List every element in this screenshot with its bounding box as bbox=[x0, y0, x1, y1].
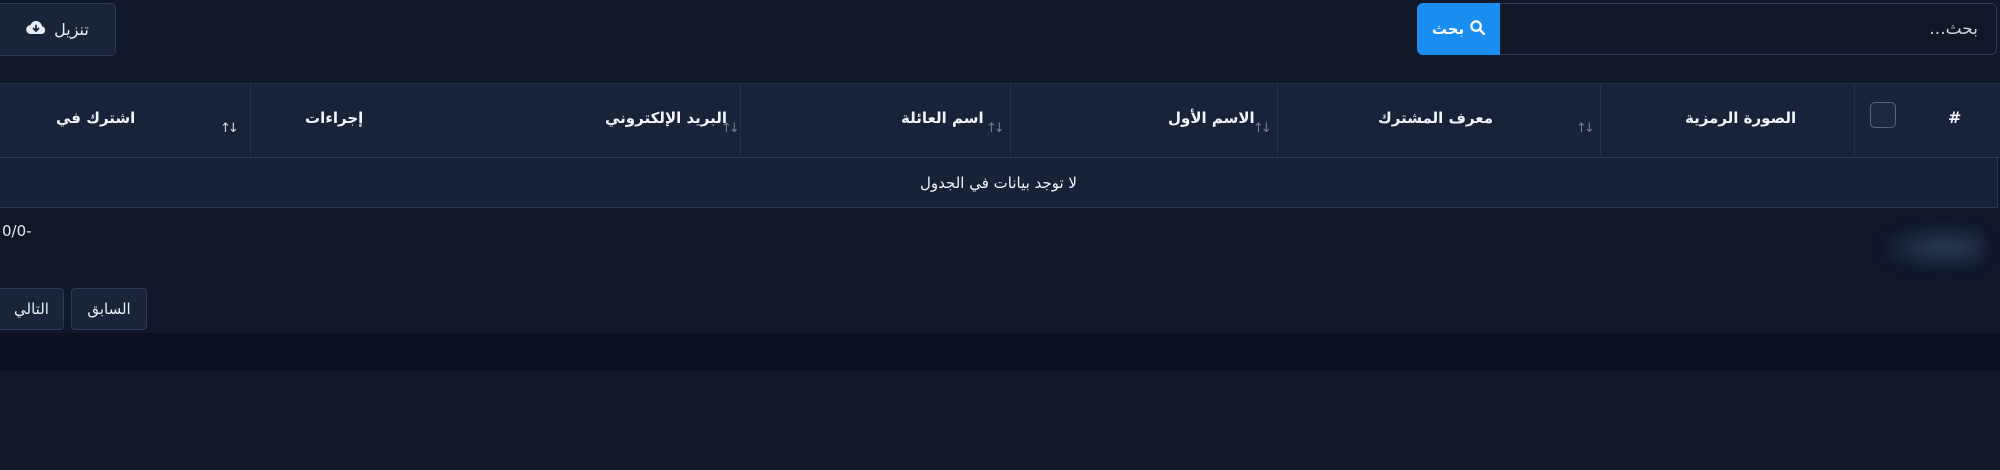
sort-icon[interactable]: ↑↓ bbox=[220, 121, 239, 136]
previous-label: السابق bbox=[87, 300, 131, 318]
column-first-name[interactable]: الاسم الأول ↑↓ bbox=[1010, 84, 1277, 159]
search-button[interactable]: بحث bbox=[1417, 3, 1500, 55]
column-last-name[interactable]: اسم العائلة ↑↓ bbox=[740, 84, 1010, 159]
previous-page-button[interactable]: السابق bbox=[71, 288, 147, 330]
column-label-actions: إجراءات bbox=[305, 109, 364, 127]
subscribers-page: تنزيل بحث الصورة الرمزية معرف المشترك ↑↓… bbox=[0, 0, 2000, 470]
sort-icon[interactable]: ↑↓ bbox=[1253, 121, 1272, 136]
blurred-page-size-selector bbox=[1885, 225, 1985, 270]
download-label: تنزيل bbox=[54, 20, 89, 39]
sort-icon[interactable]: ↑↓ bbox=[986, 121, 1005, 136]
next-label: التالي bbox=[14, 300, 49, 318]
footer-band bbox=[0, 333, 2000, 371]
sort-icon[interactable]: ↑↓ bbox=[721, 121, 740, 136]
column-label-subscriber-id: معرف المشترك bbox=[1378, 109, 1494, 127]
empty-table-message: لا توجد بيانات في الجدول bbox=[920, 173, 1077, 192]
empty-table-row: لا توجد بيانات في الجدول bbox=[0, 158, 1998, 208]
column-label-avatar: الصورة الرمزية bbox=[1685, 109, 1797, 127]
search-bar: بحث bbox=[1417, 3, 1997, 55]
next-page-button[interactable]: التالي bbox=[0, 288, 64, 330]
column-actions-and-subscribed: اشترك في ↑↓ bbox=[0, 84, 250, 159]
column-label-last-name: اسم العائلة bbox=[901, 109, 984, 127]
search-button-label: بحث bbox=[1431, 20, 1465, 38]
column-subscriber-id[interactable]: معرف المشترك ↑↓ bbox=[1277, 84, 1600, 159]
search-input[interactable] bbox=[1500, 3, 1997, 55]
column-avatar[interactable]: الصورة الرمزية bbox=[1600, 84, 1854, 159]
cloud-download-icon bbox=[26, 20, 46, 40]
select-all-checkbox[interactable] bbox=[1870, 102, 1896, 128]
column-label-email: البريد الإلكتروني bbox=[605, 109, 727, 127]
column-label-first-name: الاسم الأول bbox=[1168, 109, 1255, 127]
download-button[interactable]: تنزيل bbox=[0, 3, 116, 56]
column-label-index: # bbox=[1948, 108, 1962, 127]
table-header: الصورة الرمزية معرف المشترك ↑↓ الاسم الأ… bbox=[0, 83, 2000, 159]
column-label-subscribed-on: اشترك في bbox=[56, 109, 136, 127]
search-icon bbox=[1470, 19, 1486, 39]
sort-icon[interactable]: ↑↓ bbox=[1576, 121, 1595, 136]
pagination-range: 0/0- bbox=[2, 222, 32, 240]
